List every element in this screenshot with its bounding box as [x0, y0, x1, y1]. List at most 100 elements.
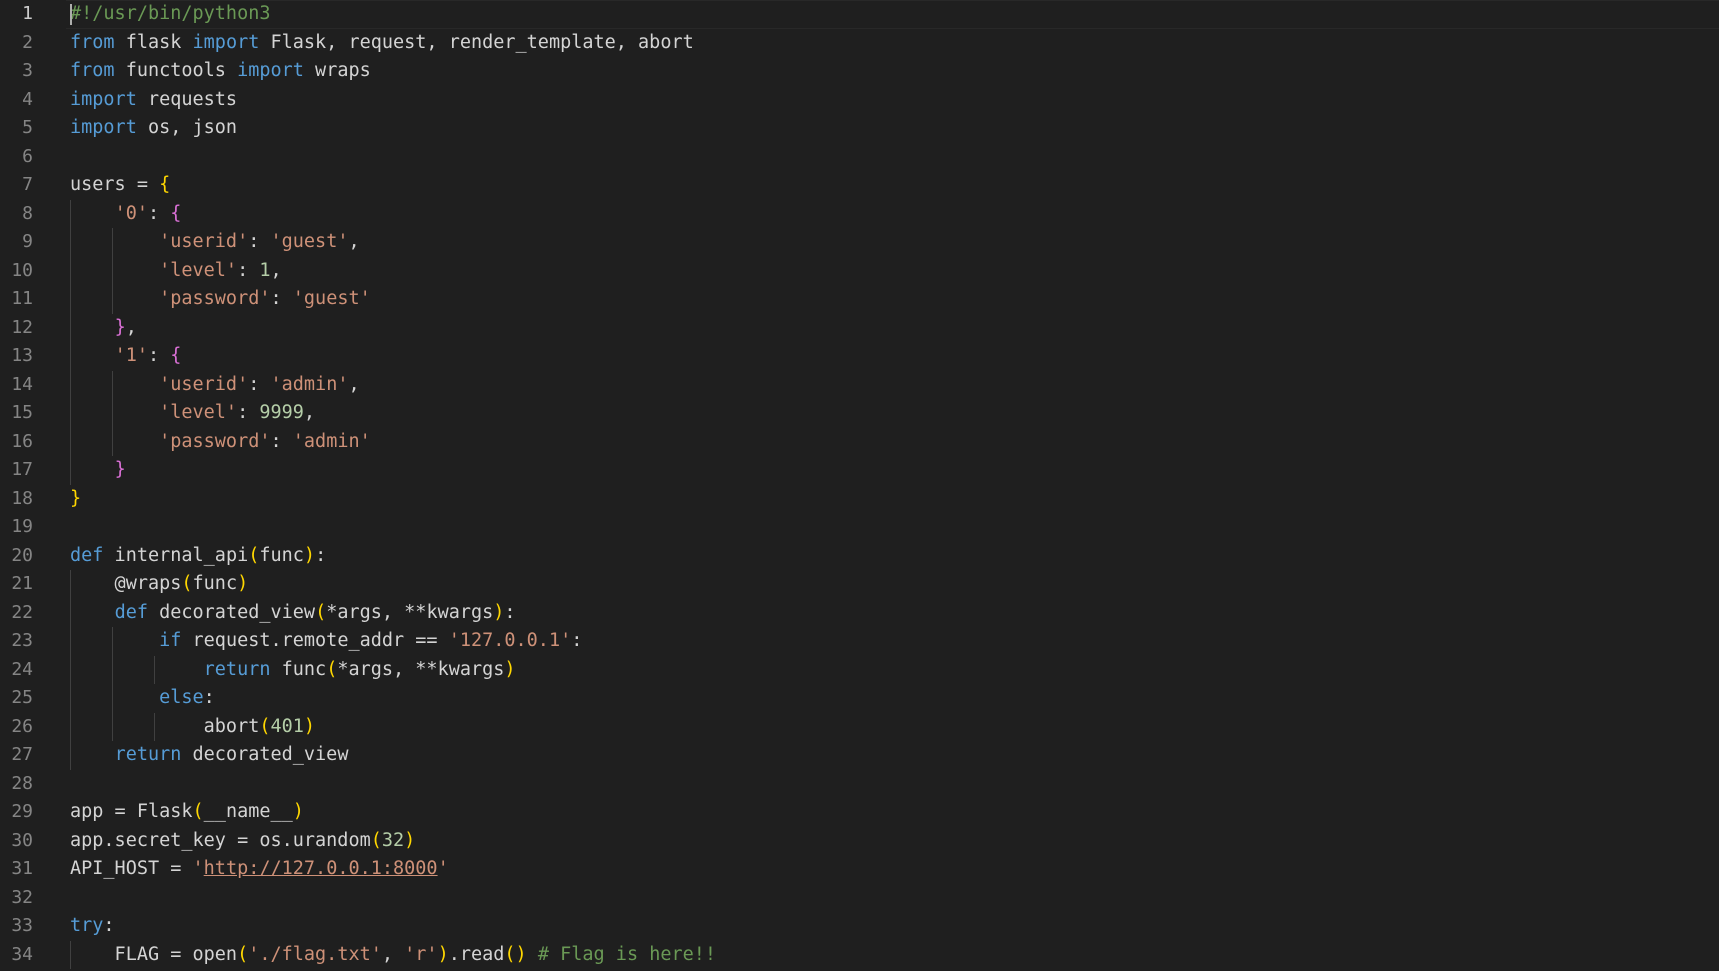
code-line[interactable]: 2 from flask import Flask, request, rende…: [0, 29, 1719, 58]
code-text: 'level': 9999,: [70, 399, 315, 428]
code-line[interactable]: 12 },: [0, 313, 1719, 342]
token-str: '0': [114, 202, 148, 224]
token-num: 1: [259, 259, 271, 281]
line-number: 18: [11, 487, 33, 509]
code-text: try:: [70, 912, 115, 941]
code-line[interactable]: 22 def decorated_view(*args, **kwargs):: [0, 598, 1719, 627]
code-line[interactable]: 8 '0': {: [0, 199, 1719, 228]
token-str: 'guest': [292, 288, 371, 309]
token-plain: requests: [136, 88, 238, 110]
code-editor[interactable]: 1 #!/usr/bin/python3 2 from flask import Fl…: [0, 0, 1719, 971]
token-plain: ,: [303, 402, 316, 423]
code-text: 'password': 'admin': [70, 428, 371, 457]
code-text: def internal_api(func):: [70, 542, 326, 571]
token-kw: try: [70, 915, 104, 936]
code-line[interactable]: 25 else:: [0, 684, 1719, 713]
code-line[interactable]: 15 'level': 9999,: [0, 399, 1719, 428]
line-number: 14: [11, 373, 33, 395]
token-com: # Flag is here!!: [537, 943, 717, 965]
code-line[interactable]: 10 'level': 1,: [0, 256, 1719, 285]
token-plain: func: [259, 544, 304, 566]
token-plain: flask: [114, 31, 193, 53]
code-line[interactable]: 13 '1': {: [0, 342, 1719, 371]
token-plain: :: [270, 288, 293, 309]
line-number: 29: [11, 801, 33, 822]
code-line[interactable]: 27 return decorated_view: [0, 741, 1719, 770]
token-b1: (: [315, 601, 327, 623]
code-text: @wraps(func): [70, 570, 249, 599]
code-line[interactable]: 20 def internal_api(func):: [0, 542, 1719, 571]
token-b1: (: [181, 573, 193, 594]
code-text: users = {: [70, 171, 170, 200]
code-line[interactable]: 23 if request.remote_addr == '127.0.0.1'…: [0, 627, 1719, 656]
token-b1: (: [237, 943, 249, 965]
token-plain: app = Flask: [70, 801, 193, 822]
code-line[interactable]: 17 }: [0, 456, 1719, 485]
token-kw: import: [70, 88, 137, 110]
code-line[interactable]: 1 #!/usr/bin/python3: [0, 0, 1719, 29]
line-number: 21: [11, 573, 33, 594]
token-b1: ): [504, 658, 516, 680]
code-line[interactable]: 34 FLAG = open('./flag.txt', 'r').read()…: [0, 940, 1719, 969]
token-b2: }: [114, 459, 126, 480]
code-line[interactable]: 24 return func(*args, **kwargs): [0, 655, 1719, 684]
code-line[interactable]: 11 'password': 'guest': [0, 285, 1719, 314]
line-number: 17: [11, 459, 33, 480]
token-plain: :: [504, 601, 516, 623]
token-plain: functools: [114, 60, 238, 81]
token-plain: :: [315, 544, 327, 566]
code-line[interactable]: 9 'userid': 'guest',: [0, 228, 1719, 257]
token-b1: (: [326, 658, 338, 680]
token-str: 'admin': [270, 373, 349, 395]
code-line[interactable]: 14 'userid': 'admin',: [0, 370, 1719, 399]
token-b2: {: [170, 345, 182, 366]
code-line[interactable]: 16 'password': 'admin': [0, 427, 1719, 457]
code-line[interactable]: 21 @wraps(func): [0, 570, 1719, 599]
code-line[interactable]: 28: [0, 770, 1719, 799]
line-number: 7: [22, 174, 33, 195]
code-line[interactable]: 7 users = {: [0, 171, 1719, 200]
code-line[interactable]: 26 abort(401): [0, 712, 1719, 741]
token-kw: return: [203, 658, 271, 680]
token-plain: request.remote_addr ==: [181, 630, 449, 651]
token-plain: internal_api: [103, 544, 249, 566]
token-str: 'userid': [159, 373, 249, 395]
token-str: './flag.txt': [248, 943, 382, 965]
token-str: 'level': [159, 402, 238, 423]
code-line[interactable]: 31 API_HOST = 'http://127.0.0.1:8000': [0, 855, 1719, 884]
token-b1: ): [292, 801, 304, 822]
code-line[interactable]: 3 from functools import wraps: [0, 57, 1719, 86]
line-number: 27: [11, 744, 33, 765]
line-number: 15: [11, 402, 33, 423]
code-line[interactable]: 29 app = Flask(__name__): [0, 798, 1719, 827]
token-plain: wraps: [303, 60, 371, 81]
code-line[interactable]: 18}: [0, 485, 1719, 514]
code-line[interactable]: 33 try:: [0, 912, 1719, 941]
code-line[interactable]: 32: [0, 884, 1719, 913]
token-str: 'userid': [159, 231, 249, 252]
code-line[interactable]: 5 import os, json: [0, 114, 1719, 143]
token-plain: .read: [448, 943, 505, 965]
code-line[interactable]: 30 app.secret_key = os.urandom(32): [0, 827, 1719, 856]
token-b1: ): [437, 943, 449, 965]
line-number: 8: [22, 202, 33, 224]
token-plain: :: [203, 687, 215, 708]
token-plain: FLAG = open: [70, 943, 238, 965]
line-number: 24: [11, 658, 33, 680]
token-str: '1': [114, 345, 148, 366]
token-b2: {: [170, 202, 182, 224]
token-plain: ,: [270, 259, 282, 281]
code-line[interactable]: 6: [0, 143, 1719, 172]
token-b1: ): [237, 573, 249, 594]
token-url[interactable]: http://127.0.0.1:8000: [204, 858, 438, 879]
token-b1: }: [70, 487, 82, 509]
line-number: 10: [11, 259, 33, 281]
token-plain: ,: [348, 231, 360, 252]
code-line[interactable]: 4 import requests: [0, 86, 1719, 115]
token-plain: app.secret_key = os.urandom: [70, 829, 371, 851]
code-line[interactable]: 19: [0, 513, 1719, 542]
code-text: }: [70, 456, 126, 485]
